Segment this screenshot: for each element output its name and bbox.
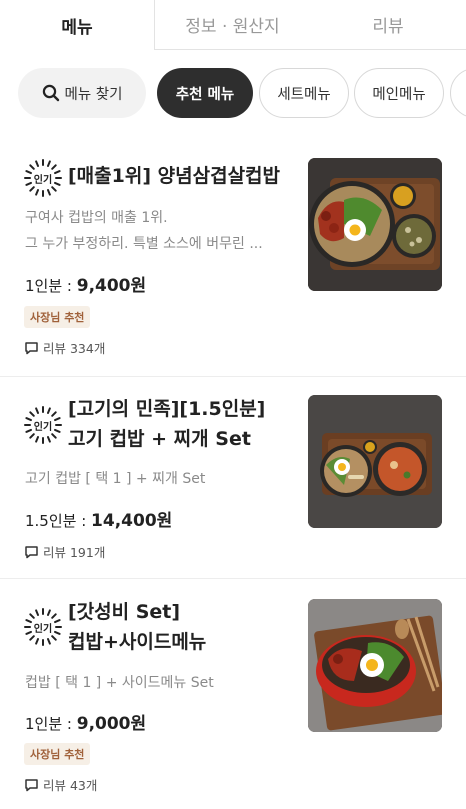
menu-item-description: 그 누가 부정하리. 특별 소스에 버무린 ... <box>25 236 263 252</box>
popular-badge-text: 인기 <box>33 174 53 186</box>
price-unit-label: 1인분 : <box>25 715 77 733</box>
price-unit-label: 1인분 : <box>25 277 77 295</box>
menu-item-price: 1인분 : 9,000원 <box>25 709 146 734</box>
price-value: 9,000원 <box>76 714 147 734</box>
review-count: 리뷰 191개 <box>24 542 105 561</box>
cupbap-photo-image <box>308 158 442 291</box>
menu-item-description: 구여사 컵밥의 매출 1위. <box>25 210 168 226</box>
cupbap-side-set-photo-image <box>308 599 442 732</box>
review-count-text: 리뷰 43개 <box>43 778 98 793</box>
review-count: 리뷰 43개 <box>24 775 97 794</box>
menu-item-title: 고기 컵밥 + 찌개 Set <box>68 428 251 450</box>
chip-recommended[interactable]: 추천 메뉴 <box>157 68 253 118</box>
menu-item-photo[interactable] <box>308 395 442 528</box>
popular-badge-text: 인기 <box>33 623 53 635</box>
comment-icon <box>25 778 38 791</box>
menu-item-title: 컵밥+사이드메뉴 <box>68 631 207 653</box>
menu-item-price: 1인분 : 9,400원 <box>25 271 146 296</box>
menu-item-photo[interactable] <box>308 158 442 291</box>
menu-item[interactable]: 인기 [고기의 민족][1.5인분] 고기 컵밥 + 찌개 Set 고기 컵밥 … <box>0 377 466 578</box>
review-count: 리뷰 334개 <box>24 338 105 357</box>
tab-menu[interactable]: 메뉴 <box>0 0 155 50</box>
menu-item-description: 고기 컵밥 [ 택 1 ] + 찌개 Set <box>25 471 206 487</box>
popular-badge: 인기 <box>23 607 63 647</box>
menu-item[interactable]: 인기 [갓성비 Set] 컵밥+사이드메뉴 컵밥 [ 택 1 ] + 사이드메뉴… <box>0 579 466 809</box>
price-value: 9,400원 <box>76 276 147 296</box>
top-tab-bar: 메뉴 정보 · 원산지 리뷰 <box>0 0 466 50</box>
menu-item[interactable]: 인기 [매출1위] 양념삼겹살컵밥 구여사 컵밥의 매출 1위. 그 누가 부정… <box>0 140 466 376</box>
popular-badge-text: 인기 <box>33 421 53 433</box>
popular-badge: 인기 <box>23 158 63 198</box>
comment-icon <box>25 341 38 354</box>
chip-main-menu[interactable]: 메인메뉴 <box>354 68 444 118</box>
menu-filter-chips: 메뉴 찾기 추천 메뉴 세트메뉴 메인메뉴 <box>0 68 466 120</box>
review-count-text: 리뷰 334개 <box>43 341 106 356</box>
search-icon <box>42 84 59 102</box>
cupbap-stew-set-photo-image <box>308 395 442 528</box>
popular-badge: 인기 <box>23 405 63 445</box>
tab-review[interactable]: 리뷰 <box>310 0 466 50</box>
menu-item-price: 1.5인분 : 14,400원 <box>25 506 172 531</box>
tab-info-origin[interactable]: 정보 · 원산지 <box>155 0 310 50</box>
menu-search-label: 메뉴 찾기 <box>64 86 123 103</box>
chip-next-partial[interactable] <box>450 68 466 118</box>
chip-set-menu[interactable]: 세트메뉴 <box>259 68 349 118</box>
menu-item-title: [매출1위] 양념삼겹살컵밥 <box>68 165 281 187</box>
comment-icon <box>25 545 38 558</box>
price-value: 14,400원 <box>91 511 173 531</box>
menu-item-title: [고기의 민족][1.5인분] <box>68 398 266 420</box>
owner-recommend-tag: 사장님 추천 <box>24 743 91 765</box>
menu-item-title: [갓성비 Set] <box>68 601 181 623</box>
menu-item-description: 컵밥 [ 택 1 ] + 사이드메뉴 Set <box>25 675 214 691</box>
review-count-text: 리뷰 191개 <box>43 545 106 560</box>
price-unit-label: 1.5인분 : <box>25 512 92 530</box>
menu-item-photo[interactable] <box>308 599 442 732</box>
menu-search-button[interactable]: 메뉴 찾기 <box>18 68 146 118</box>
owner-recommend-tag: 사장님 추천 <box>24 306 91 328</box>
